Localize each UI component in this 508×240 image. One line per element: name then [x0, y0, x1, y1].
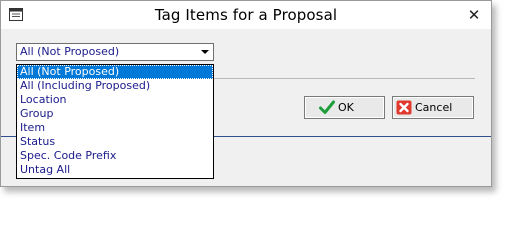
filter-combobox[interactable]: All (Not Proposed)	[16, 43, 214, 61]
dropdown-option-all-including-proposed[interactable]: All (Including Proposed)	[17, 79, 213, 93]
dropdown-option-all-not-proposed[interactable]: All (Not Proposed)	[17, 65, 213, 79]
ok-label: OK	[338, 101, 354, 114]
dropdown-option-spec-code-prefix[interactable]: Spec. Code Prefix	[17, 149, 213, 163]
cancel-button[interactable]: Cancel	[392, 96, 474, 119]
combobox-value: All (Not Proposed)	[20, 45, 120, 58]
cancel-x-icon	[396, 100, 412, 115]
dialog-window: Tag Items for a Proposal ✕ All (Not Prop…	[0, 0, 492, 187]
window-title: Tag Items for a Proposal	[154, 6, 338, 24]
close-button[interactable]: ✕	[463, 5, 485, 25]
filter-dropdown-list[interactable]: All (Not Proposed) All (Including Propos…	[16, 64, 214, 179]
dropdown-option-untag-all[interactable]: Untag All	[17, 163, 213, 177]
dropdown-arrow-icon	[201, 50, 209, 54]
close-icon: ✕	[467, 6, 481, 24]
dropdown-option-item[interactable]: Item	[17, 121, 213, 135]
ok-button[interactable]: OK	[304, 96, 385, 119]
dropdown-option-group[interactable]: Group	[17, 107, 213, 121]
title-bar[interactable]: Tag Items for a Proposal ✕	[1, 1, 491, 29]
dropdown-option-location[interactable]: Location	[17, 93, 213, 107]
separator-line	[213, 78, 475, 79]
dropdown-option-status[interactable]: Status	[17, 135, 213, 149]
checkmark-icon	[319, 100, 335, 114]
cancel-label: Cancel	[415, 101, 453, 114]
